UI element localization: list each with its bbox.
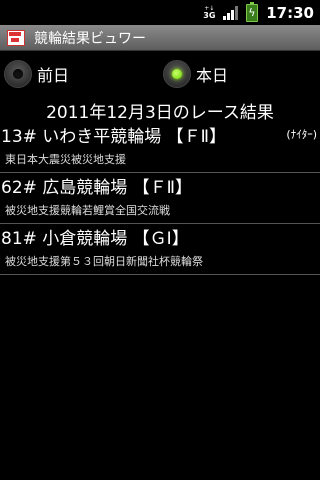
app-title: 競輪結果ビュワー: [34, 30, 146, 47]
radio-label-previous-day: 前日: [37, 66, 70, 85]
day-selector: 前日 本日: [0, 56, 320, 92]
night-race-tag: (ﾅｲﾀｰ): [286, 128, 317, 141]
race-heading: 13# いわき平競輪場 【ＦⅡ】: [1, 127, 227, 147]
race-list: 13# いわき平競輪場 【ＦⅡ】 (ﾅｲﾀｰ) 東日本大震災被災地支援 62# …: [0, 122, 320, 275]
radio-previous-day[interactable]: 前日: [4, 56, 69, 92]
network-type-label: 3G: [203, 10, 216, 20]
race-description: 被災地支援第５３回朝日新聞社杯競輪祭: [5, 255, 203, 268]
radio-button-icon[interactable]: [4, 60, 32, 88]
signal-icon: [223, 5, 239, 20]
race-heading: 81# 小倉競輪場 【ＧⅠ】: [1, 229, 189, 249]
race-heading: 62# 広島競輪場 【ＦⅡ】: [1, 178, 193, 198]
result-heading: 2011年12月3日のレース結果: [46, 103, 274, 123]
race-description: 東日本大震災被災地支援: [5, 153, 126, 166]
battery-charging-icon: ϟ: [246, 1, 259, 22]
title-bar: 競輪結果ビュワー: [0, 25, 320, 51]
race-description: 被災地支援競輪若鯉賞全国交流戦: [5, 204, 170, 217]
list-item[interactable]: 62# 広島競輪場 【ＦⅡ】 被災地支援競輪若鯉賞全国交流戦: [0, 173, 320, 224]
status-bar: +↓ 3G ϟ 17:30: [0, 0, 320, 25]
list-item[interactable]: 13# いわき平競輪場 【ＦⅡ】 (ﾅｲﾀｰ) 東日本大震災被災地支援: [0, 122, 320, 173]
radio-button-checked-icon[interactable]: [163, 60, 191, 88]
radio-label-today: 本日: [196, 66, 229, 85]
list-item[interactable]: 81# 小倉競輪場 【ＧⅠ】 被災地支援第５３回朝日新聞社杯競輪祭: [0, 224, 320, 275]
clock: 17:30: [266, 3, 314, 22]
app-icon: [7, 29, 25, 46]
network-3g-icon: +↓ 3G: [203, 5, 215, 21]
radio-today[interactable]: 本日: [163, 56, 228, 92]
